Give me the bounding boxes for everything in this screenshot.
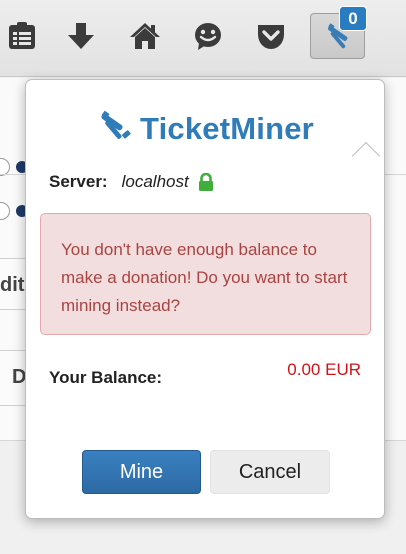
pocket-icon[interactable] [249, 14, 293, 58]
brand-header: TicketMiner [26, 110, 384, 147]
balance-value: 0.00 EUR [287, 360, 361, 379]
browser-toolbar: 0 [0, 0, 406, 77]
cancel-button[interactable]: Cancel [210, 450, 330, 494]
background-text: dit [0, 274, 25, 296]
ticketminer-popup: TicketMiner Server: localhost You don't … [25, 79, 385, 519]
pickaxe-logo-icon [96, 110, 132, 147]
download-arrow-icon[interactable] [59, 14, 103, 58]
server-host: localhost [121, 172, 189, 191]
home-icon[interactable] [123, 14, 167, 58]
smiley-icon[interactable] [186, 14, 230, 58]
balance-row: Your Balance: 0.00 EUR [49, 360, 361, 388]
server-row: Server: localhost [49, 172, 215, 192]
insufficient-balance-alert: You don't have enough balance to make a … [40, 213, 371, 335]
background-radio [0, 202, 10, 220]
balance-label: Your Balance: [49, 368, 163, 387]
notification-badge: 0 [339, 6, 367, 31]
server-label: Server: [49, 172, 108, 191]
reader-list-icon[interactable] [0, 14, 44, 58]
app-title: TicketMiner [140, 110, 314, 146]
lock-icon [197, 173, 215, 191]
mine-button[interactable]: Mine [82, 450, 201, 494]
